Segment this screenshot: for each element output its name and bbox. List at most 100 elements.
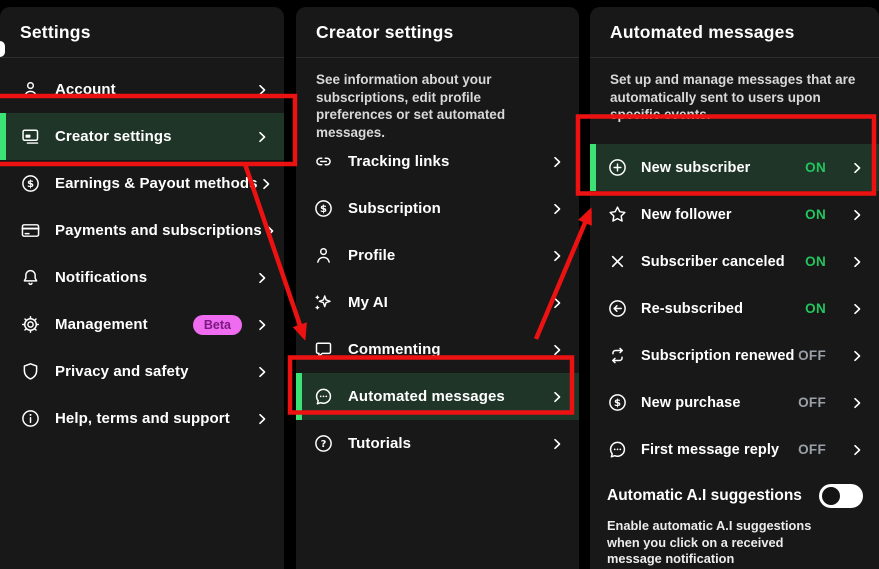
item-label: Automated messages (348, 388, 505, 405)
link-icon (313, 151, 334, 172)
creator-item-subscription[interactable]: $ Subscription (296, 185, 579, 232)
plus-circle-icon (607, 157, 628, 178)
state-badge: OFF (798, 442, 826, 457)
item-label: New follower (641, 206, 732, 223)
settings-item-account[interactable]: Account (0, 66, 284, 113)
settings-item-creator-settings[interactable]: Creator settings (0, 113, 284, 160)
chevron-right-icon (549, 201, 565, 217)
creator-item-tracking-links[interactable]: Tracking links (296, 138, 579, 185)
bell-icon (20, 267, 41, 288)
person-icon (313, 245, 334, 266)
automated-item-new-follower[interactable]: New follower ON (590, 191, 879, 238)
item-label: First message reply (641, 441, 780, 458)
item-label: Help, terms and support (55, 410, 230, 427)
item-label: Privacy and safety (55, 363, 189, 380)
arrow-left-circle-icon (607, 298, 628, 319)
dollar-circle-icon: $ (313, 198, 334, 219)
person-icon (20, 79, 41, 100)
settings-item-earnings[interactable]: $ Earnings & Payout methods (0, 160, 284, 207)
svg-text:$: $ (320, 204, 327, 215)
settings-screen: Settings Account Creator settings $ Earn… (0, 0, 879, 569)
state-badge: OFF (798, 348, 826, 363)
settings-item-help[interactable]: Help, terms and support (0, 395, 284, 442)
svg-text:$: $ (614, 398, 621, 409)
item-label: Tracking links (348, 153, 450, 170)
automated-item-first-message-reply[interactable]: First message reply OFF (590, 426, 879, 473)
beta-badge: Beta (192, 314, 242, 335)
dollar-circle-icon: $ (20, 173, 41, 194)
item-label: Subscription renewed (641, 347, 795, 364)
comment-dots-icon (607, 439, 628, 460)
item-label: My AI (348, 294, 388, 311)
item-label: Profile (348, 247, 396, 264)
automated-item-subscription-renewed[interactable]: Subscription renewed OFF (590, 332, 879, 379)
chevron-right-icon (254, 270, 270, 286)
chevron-right-icon (254, 364, 270, 380)
creator-item-tutorials[interactable]: ? Tutorials (296, 420, 579, 467)
chevron-right-icon (254, 317, 270, 333)
item-label: Creator settings (55, 128, 172, 145)
repeat-icon (607, 345, 628, 366)
item-label: Payments and subscriptions (55, 222, 262, 239)
state-badge: OFF (798, 395, 826, 410)
creator-panel-title: Creator settings (296, 7, 579, 58)
settings-item-notifications[interactable]: Notifications (0, 254, 284, 301)
avatar-edge-fragment (0, 41, 5, 57)
creator-panel-rows: Tracking links $ Subscription Profile My… (296, 138, 579, 467)
ai-suggestions-toggle[interactable] (819, 484, 863, 508)
settings-panel: Settings Account Creator settings $ Earn… (0, 7, 284, 569)
gear-icon (20, 314, 41, 335)
creator-item-profile[interactable]: Profile (296, 232, 579, 279)
chevron-right-icon (849, 254, 865, 270)
state-badge: ON (805, 207, 826, 222)
chevron-right-icon (849, 442, 865, 458)
chevron-right-icon (849, 207, 865, 223)
state-badge: ON (805, 160, 826, 175)
item-label: Tutorials (348, 435, 412, 452)
chevron-right-icon (849, 395, 865, 411)
automated-item-subscriber-canceled[interactable]: Subscriber canceled ON (590, 238, 879, 285)
svg-text:?: ? (321, 439, 327, 450)
settings-item-payments[interactable]: Payments and subscriptions (0, 207, 284, 254)
item-label: New purchase (641, 394, 741, 411)
chevron-right-icon (849, 160, 865, 176)
automated-item-re-subscribed[interactable]: Re-subscribed ON (590, 285, 879, 332)
item-label: Commenting (348, 341, 441, 358)
creator-panel-description: See information about your subscriptions… (316, 72, 506, 140)
chevron-right-icon (258, 176, 274, 192)
shield-icon (20, 361, 41, 382)
ai-suggestions-section: Automatic A.I suggestions Enable automat… (590, 473, 879, 568)
chevron-right-icon (549, 248, 565, 264)
chevron-right-icon (549, 389, 565, 405)
automated-item-new-subscriber[interactable]: New subscriber ON (590, 144, 879, 191)
chevron-right-icon (254, 411, 270, 427)
state-badge: ON (805, 301, 826, 316)
creator-item-commenting[interactable]: Commenting (296, 326, 579, 373)
item-label: Re-subscribed (641, 300, 744, 317)
settings-panel-rows: Account Creator settings $ Earnings & Pa… (0, 58, 284, 442)
creator-settings-panel: Creator settings See information about y… (296, 7, 579, 569)
comment-dots-icon (313, 386, 334, 407)
settings-item-privacy[interactable]: Privacy and safety (0, 348, 284, 395)
settings-panel-title: Settings (0, 7, 284, 58)
x-icon (607, 251, 628, 272)
chevron-right-icon (549, 342, 565, 358)
settings-item-management[interactable]: Management Beta (0, 301, 284, 348)
chevron-right-icon (254, 129, 270, 145)
chevron-right-icon (849, 348, 865, 364)
state-badge: ON (805, 254, 826, 269)
automated-item-new-purchase[interactable]: $ New purchase OFF (590, 379, 879, 426)
question-circle-icon: ? (313, 433, 334, 454)
item-label: Earnings & Payout methods (55, 175, 258, 192)
automated-panel-description: Set up and manage messages that are auto… (610, 72, 856, 122)
automated-panel-rows: New subscriber ON New follower ON Subscr… (590, 144, 879, 473)
sparkles-icon (313, 292, 334, 313)
creator-item-automated-messages[interactable]: Automated messages (296, 373, 579, 420)
ai-suggestions-label: Automatic A.I suggestions (607, 487, 802, 504)
ai-suggestions-caption: Enable automatic A.I suggestions when yo… (607, 518, 812, 566)
item-label: Notifications (55, 269, 148, 286)
svg-text:$: $ (27, 179, 34, 190)
creator-item-my-ai[interactable]: My AI (296, 279, 579, 326)
item-label: Account (55, 81, 116, 98)
chevron-right-icon (549, 154, 565, 170)
